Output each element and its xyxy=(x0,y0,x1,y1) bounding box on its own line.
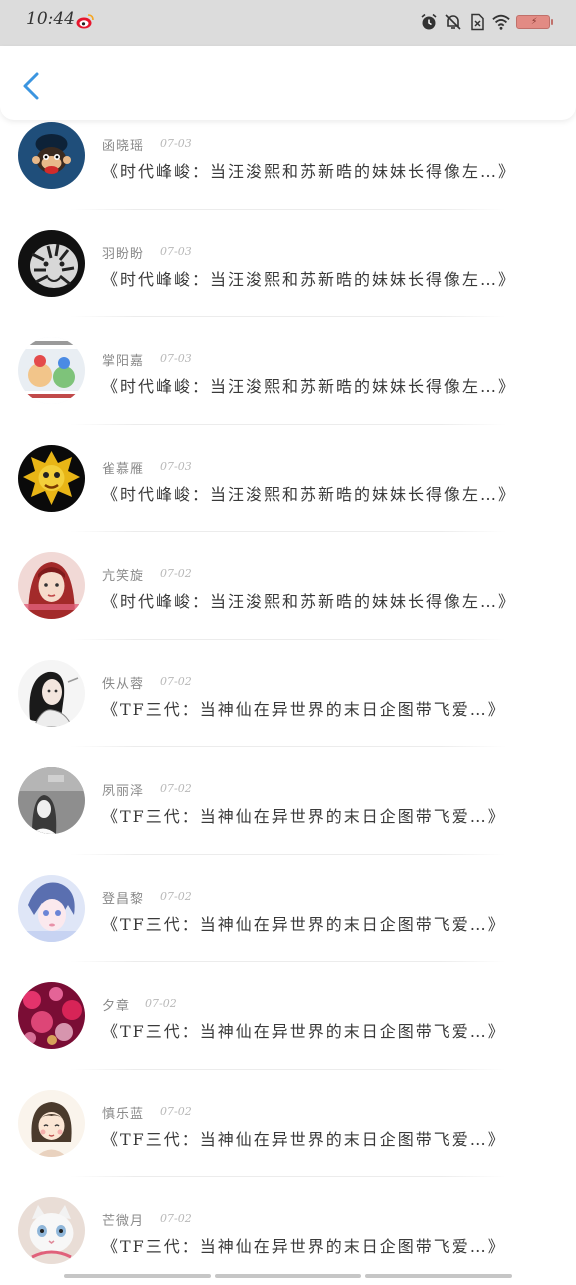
list-item[interactable]: 雀慕雁 07-03 《时代峰峻：当汪浚熙和苏新晧的妹妹长得像左…》 xyxy=(0,425,576,532)
monkey-avatar-icon xyxy=(18,122,85,189)
comment-title[interactable]: 《时代峰峻：当汪浚熙和苏新晧的妹妹长得像左…》 xyxy=(102,481,516,505)
comment-date: 07-02 xyxy=(160,1212,192,1225)
comment-title[interactable]: 《时代峰峻：当汪浚熙和苏新晧的妹妹长得像左…》 xyxy=(102,266,516,290)
avatar[interactable] xyxy=(18,1197,85,1264)
username: 夙丽泽 xyxy=(102,784,145,799)
avatar[interactable] xyxy=(18,1089,85,1157)
comment-date: 07-02 xyxy=(160,782,192,795)
avatar[interactable] xyxy=(18,874,85,942)
comment-date: 07-03 xyxy=(160,137,192,150)
username: 函晓瑶 xyxy=(102,139,145,154)
avatar[interactable] xyxy=(18,552,85,619)
anime-blue-avatar-icon xyxy=(18,874,85,942)
avatar[interactable] xyxy=(18,659,85,727)
list-item[interactable]: 登昌黎 07-02 《TF三代：当神仙在异世界的末日企图带飞爱…》 xyxy=(0,855,576,962)
username: 亢笑旋 xyxy=(102,569,145,584)
bottom-indicator xyxy=(64,1274,513,1278)
tiger-avatar-icon xyxy=(18,229,85,297)
girl-red-avatar-icon xyxy=(18,552,85,619)
list-item[interactable]: 夙丽泽 07-02 《TF三代：当神仙在异世界的末日企图带飞爱…》 xyxy=(0,747,576,855)
alarm-icon xyxy=(421,13,437,30)
girl-gray-avatar-icon xyxy=(18,767,85,834)
cat-avatar-icon xyxy=(18,1197,85,1264)
yellow-monster-avatar-icon xyxy=(18,444,85,512)
status-time: 10:44 xyxy=(26,9,75,29)
indicator-bar xyxy=(64,1274,211,1278)
comment-date: 07-02 xyxy=(160,674,192,688)
comment-title[interactable]: 《TF三代：当神仙在异世界的末日企图带飞爱…》 xyxy=(102,1018,506,1042)
avatar[interactable] xyxy=(18,982,85,1049)
avatar[interactable] xyxy=(18,444,85,512)
sim-icon xyxy=(471,13,484,31)
username: 慎乐蓝 xyxy=(102,1106,145,1122)
comment-date: 07-02 xyxy=(160,567,192,580)
comment-date: 07-02 xyxy=(145,997,177,1010)
back-button[interactable] xyxy=(12,66,52,106)
username: 佚从蓉 xyxy=(102,676,145,692)
avatar[interactable] xyxy=(18,122,85,189)
comment-date: 07-03 xyxy=(160,459,192,473)
comment-date: 07-03 xyxy=(160,352,192,365)
comment-title[interactable]: 《TF三代：当神仙在异世界的末日企图带飞爱…》 xyxy=(102,696,506,720)
mute-icon xyxy=(445,14,461,30)
battery-icon: ⚡ xyxy=(516,15,553,29)
chevron-left-icon xyxy=(23,72,39,100)
list-item[interactable]: 芒微月 07-02 《TF三代：当神仙在异世界的末日企图带飞爱…》 xyxy=(0,1177,576,1285)
list-item[interactable]: 掌阳嘉 07-03 《时代峰峻：当汪浚熙和苏新晧的妹妹长得像左…》 xyxy=(0,317,576,425)
avatar[interactable] xyxy=(18,337,85,404)
wifi-icon xyxy=(492,14,510,30)
comment-title[interactable]: 《TF三代：当神仙在异世界的末日企图带飞爱…》 xyxy=(102,1233,506,1257)
comment-title[interactable]: 《TF三代：当神仙在异世界的末日企图带飞爱…》 xyxy=(102,911,506,935)
status-icons: ⚡ xyxy=(420,12,553,32)
username: 羽盼盼 xyxy=(102,246,145,262)
comment-date: 07-02 xyxy=(160,1104,192,1118)
list-item[interactable]: 慎乐蓝 07-02 《TF三代：当神仙在异世界的末日企图带飞爱…》 xyxy=(0,1070,576,1177)
girl-sketch-avatar-icon xyxy=(18,659,85,727)
cartoon-girl-avatar-icon xyxy=(18,1089,85,1157)
avatar[interactable] xyxy=(18,767,85,834)
list-item[interactable]: 亢笑旋 07-02 《时代峰峻：当汪浚熙和苏新晧的妹妹长得像左…》 xyxy=(0,532,576,640)
top-app-bar xyxy=(0,46,576,120)
comment-title[interactable]: 《TF三代：当神仙在异世界的末日企图带飞爱…》 xyxy=(102,1126,506,1150)
username: 雀慕雁 xyxy=(102,461,145,477)
username: 登昌黎 xyxy=(102,891,145,907)
status-bar: 10:44 ⚡ xyxy=(0,0,576,46)
indicator-bar xyxy=(214,1274,362,1278)
indicator-bar xyxy=(365,1274,513,1278)
comment-title[interactable]: 《TF三代：当神仙在异世界的末日企图带飞爱…》 xyxy=(102,803,506,827)
comment-date: 07-02 xyxy=(160,889,192,903)
avatar[interactable] xyxy=(18,229,85,297)
weibo-icon xyxy=(76,14,94,29)
comment-title[interactable]: 《时代峰峻：当汪浚熙和苏新晧的妹妹长得像左…》 xyxy=(102,158,516,182)
toys-avatar-icon xyxy=(18,337,85,404)
comment-title[interactable]: 《时代峰峻：当汪浚熙和苏新晧的妹妹长得像左…》 xyxy=(102,373,516,397)
username: 芒微月 xyxy=(102,1214,145,1229)
username: 夕章 xyxy=(102,999,131,1014)
list-item[interactable]: 羽盼盼 07-03 《时代峰峻：当汪浚熙和苏新晧的妹妹长得像左…》 xyxy=(0,210,576,317)
comment-list: 函晓瑶 07-03 《时代峰峻：当汪浚熙和苏新晧的妹妹长得像左…》 羽盼盼 07… xyxy=(0,102,576,1285)
username: 掌阳嘉 xyxy=(102,354,145,369)
comment-date: 07-03 xyxy=(160,244,192,258)
comment-title[interactable]: 《时代峰峻：当汪浚熙和苏新晧的妹妹长得像左…》 xyxy=(102,588,516,612)
list-item[interactable]: 佚从蓉 07-02 《TF三代：当神仙在异世界的末日企图带飞爱…》 xyxy=(0,640,576,747)
pink-bokeh-avatar-icon xyxy=(18,982,85,1049)
list-item[interactable]: 夕章 07-02 《TF三代：当神仙在异世界的末日企图带飞爱…》 xyxy=(0,962,576,1070)
